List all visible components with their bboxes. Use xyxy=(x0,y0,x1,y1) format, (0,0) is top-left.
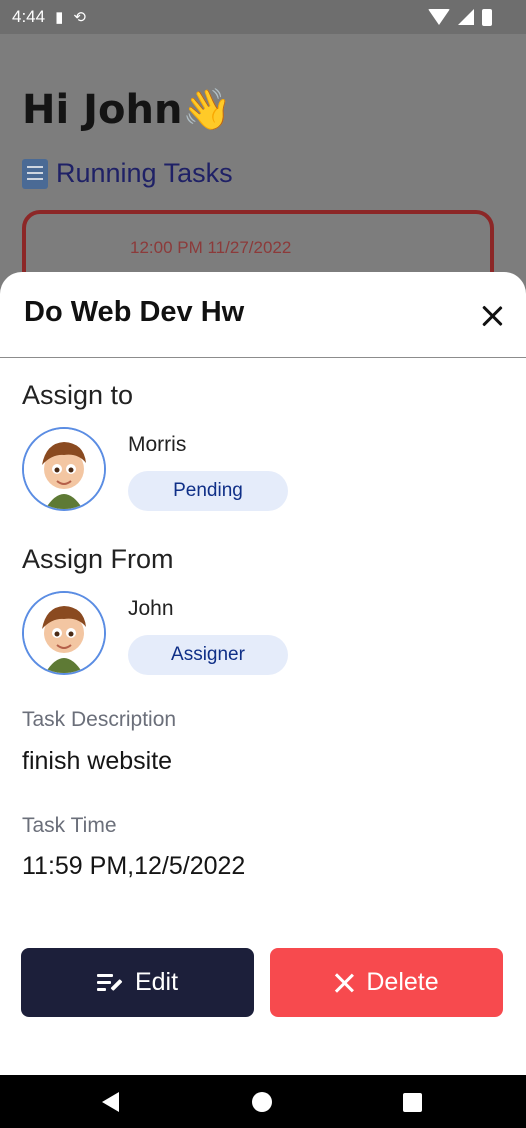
sync-icon: ⟲ xyxy=(73,9,86,26)
assign-to-label: Assign to xyxy=(22,380,134,410)
close-icon xyxy=(334,973,354,993)
status-badge: Pending xyxy=(128,471,288,511)
recents-icon[interactable] xyxy=(403,1093,422,1112)
running-tasks-header: Running Tasks xyxy=(22,158,233,189)
assignee-name: Morris xyxy=(128,433,187,456)
task-time-label: Task Time xyxy=(22,814,117,837)
section-title: Running Tasks xyxy=(56,158,233,188)
back-icon[interactable] xyxy=(102,1092,119,1112)
sheet-title: Do Web Dev Hw xyxy=(24,296,245,328)
wifi-icon xyxy=(428,9,450,25)
notepad-icon xyxy=(22,158,48,189)
task-description-value: finish website xyxy=(22,747,173,775)
avatar-icon xyxy=(24,593,104,673)
assigner-row: John Assigner xyxy=(22,591,322,681)
delete-button-label: Delete xyxy=(366,968,439,996)
avatar-icon xyxy=(24,429,104,509)
assigner-name: John xyxy=(128,597,174,620)
battery-icon xyxy=(482,8,492,26)
edit-button[interactable]: Edit xyxy=(21,948,254,1017)
sheet-header: Do Web Dev Hw xyxy=(0,272,526,358)
status-bar: 4:44 ▮ ⟲ xyxy=(0,0,526,34)
background-screen[interactable]: Hi John👋 Running Tasks 12:00 PM 11/27/20… xyxy=(0,34,526,330)
task-detail-sheet: Do Web Dev Hw Assign to Morris Pending A… xyxy=(0,272,526,1075)
task-card-time: 12:00 PM 11/27/2022 xyxy=(130,238,292,257)
delete-button[interactable]: Delete xyxy=(270,948,503,1017)
edit-button-label: Edit xyxy=(134,968,179,996)
assignee-row: Morris Pending xyxy=(22,427,322,517)
cellular-icon xyxy=(458,9,474,25)
status-time: 4:44 xyxy=(12,7,46,26)
edit-icon xyxy=(96,973,123,993)
assignee-avatar xyxy=(22,427,106,511)
navigation-bar xyxy=(0,1075,526,1128)
close-button[interactable] xyxy=(480,304,504,328)
home-icon[interactable] xyxy=(252,1092,272,1112)
role-badge: Assigner xyxy=(128,635,288,675)
assign-from-label: Assign From xyxy=(22,544,174,574)
task-time-value: 11:59 PM,12/5/2022 xyxy=(22,852,246,880)
sd-card-icon: ▮ xyxy=(55,9,64,26)
assigner-avatar xyxy=(22,591,106,675)
greeting-heading: Hi John👋 xyxy=(22,87,233,133)
task-description-label: Task Description xyxy=(22,708,177,731)
